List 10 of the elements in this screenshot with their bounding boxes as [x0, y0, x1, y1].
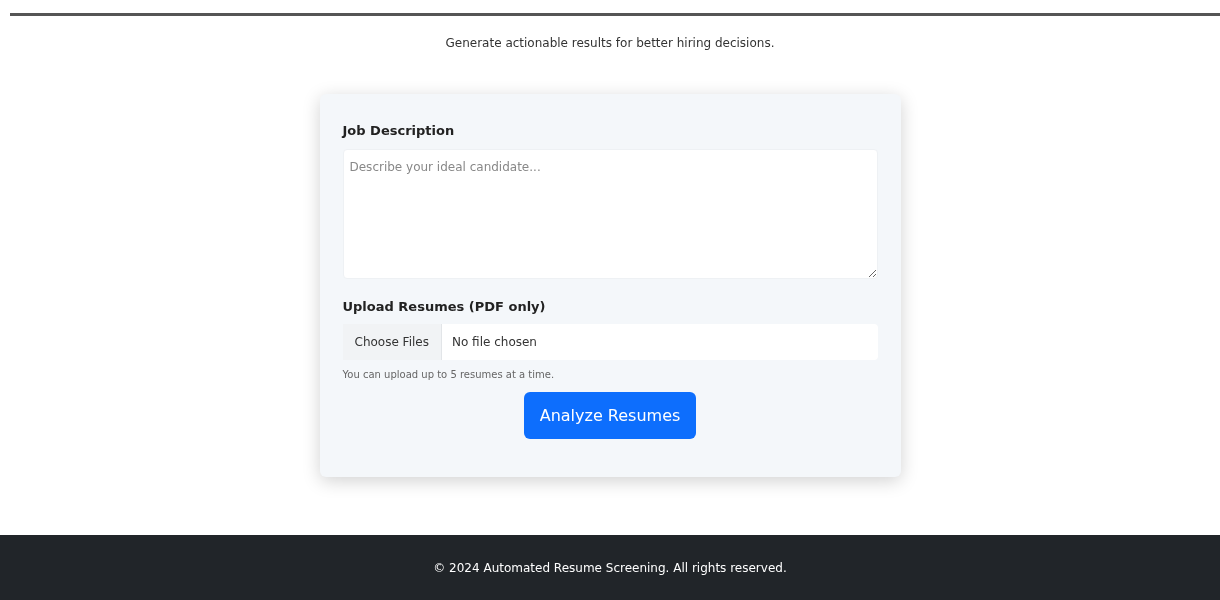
field-label: Job Description	[342, 122, 455, 140]
field-label: Upload Resumes (PDF only)	[342, 297, 546, 316]
choose-files-button[interactable]: Choose Files	[342, 324, 442, 360]
file-status: No file chosen	[451, 334, 537, 351]
job-description-field[interactable]: Describe your ideal candidate...	[342, 148, 878, 279]
copyright-text: © 2024 Automated Resume Screening. All rights reserved.	[433, 559, 787, 577]
help-text: You can upload up to 5 resumes at a time.	[342, 368, 555, 382]
analyze-button[interactable]: Analyze Resumes	[523, 392, 697, 439]
subtitle: Generate actionable results for better hiring decisions.	[445, 35, 775, 52]
file-input[interactable]: Choose Files No file chosen	[342, 324, 878, 360]
